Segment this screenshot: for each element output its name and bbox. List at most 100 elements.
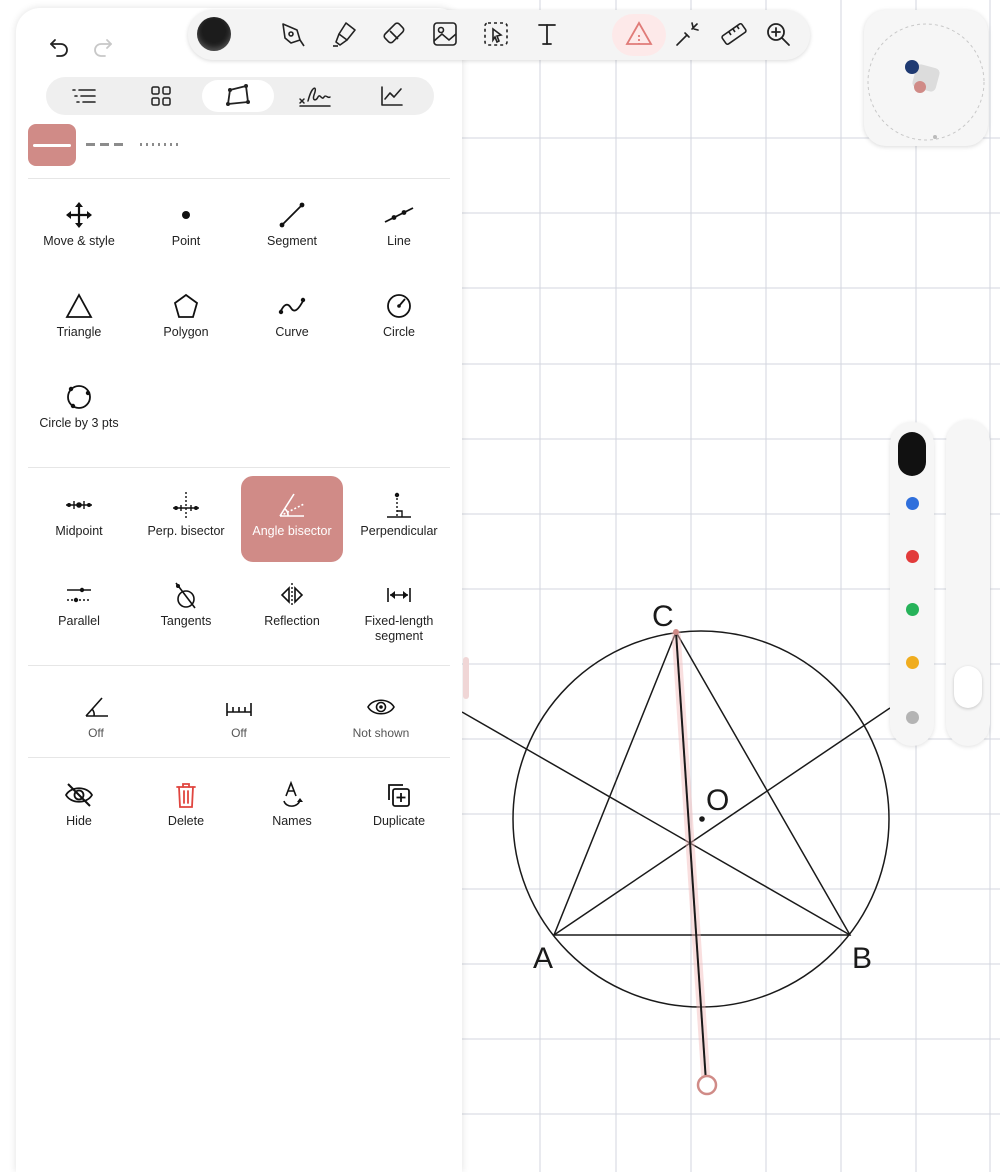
selected-color-black[interactable] <box>898 432 926 476</box>
stroke-size-slider[interactable] <box>946 420 990 746</box>
point-c-dot <box>673 629 679 635</box>
duplicate-button[interactable]: Duplicate <box>347 766 451 850</box>
tool-midpoint[interactable]: Midpoint <box>27 476 131 560</box>
tool-label: Line <box>387 234 411 248</box>
perpendicular-icon <box>387 492 411 518</box>
length-measure-icon <box>226 703 252 716</box>
tool-point[interactable]: Point <box>134 186 238 270</box>
color-yellow[interactable] <box>906 656 919 669</box>
geometry-figure[interactable] <box>461 629 891 1096</box>
tool-label: Reflection <box>264 614 320 628</box>
tab-grid[interactable] <box>125 80 197 112</box>
panel-tabs <box>46 77 434 115</box>
eraser-icon[interactable] <box>381 20 409 48</box>
panel-resize-handle[interactable] <box>463 657 469 699</box>
line-style-solid-button[interactable] <box>28 124 76 166</box>
highlighter-icon[interactable] <box>330 20 358 48</box>
color-blue[interactable] <box>906 497 919 510</box>
text-icon[interactable] <box>533 20 561 48</box>
tool-label: Circle <box>383 325 415 339</box>
undo-icon[interactable] <box>46 32 72 58</box>
label-b: B <box>852 942 872 975</box>
tool-reflection[interactable]: Reflection <box>240 566 344 650</box>
action-label: Duplicate <box>372 814 426 828</box>
line-style-dashed-button[interactable] <box>86 143 128 146</box>
tool-move-style[interactable]: Move & style <box>27 186 131 270</box>
tool-parallel[interactable]: Parallel <box>27 566 131 650</box>
tool-perp-bisector[interactable]: Perp. bisector <box>134 476 238 560</box>
zoom-icon[interactable] <box>764 20 792 48</box>
label-a: A <box>533 942 553 975</box>
bisector-end-handle <box>696 1074 718 1096</box>
color-wheel <box>867 23 985 141</box>
tool-circle-3pts[interactable]: Circle by 3 pts <box>27 368 131 452</box>
slider-knob[interactable] <box>954 666 982 708</box>
circle-icon <box>387 294 411 318</box>
list-icon <box>72 89 96 103</box>
angle-measure-toggle[interactable]: Off <box>44 692 148 776</box>
current-color-button[interactable] <box>197 17 231 51</box>
solid-line-swatch <box>33 143 71 147</box>
segment-icon <box>279 202 305 228</box>
tab-graph[interactable] <box>356 80 428 112</box>
color-red[interactable] <box>906 550 919 563</box>
trash-icon <box>176 783 196 808</box>
perp-bisector-icon <box>173 492 199 518</box>
angle-measure-status: Off <box>88 726 104 740</box>
delete-button[interactable]: Delete <box>134 766 238 850</box>
line-style-dotted-button[interactable] <box>140 143 178 146</box>
tool-angle-bisector[interactable]: Angle bisector <box>241 476 343 562</box>
tool-segment[interactable]: Segment <box>240 186 344 270</box>
tool-label: Tangents <box>160 614 212 628</box>
circle-3pts-icon <box>67 385 91 409</box>
bisector-from-a <box>553 707 891 936</box>
tool-label: Point <box>171 234 201 248</box>
eye-off-icon <box>64 783 94 807</box>
duplicate-icon <box>388 784 410 807</box>
geometry-icon[interactable] <box>625 20 653 48</box>
names-visibility-status: Not shown <box>352 726 410 740</box>
divider <box>28 178 450 179</box>
tool-curve[interactable]: Curve <box>240 277 344 361</box>
divider <box>28 467 450 468</box>
hide-button[interactable]: Hide <box>27 766 131 850</box>
eye-icon <box>367 699 395 715</box>
color-green[interactable] <box>906 603 919 616</box>
redo-icon[interactable] <box>90 32 116 58</box>
tool-label: Move & style <box>43 234 115 248</box>
length-measure-toggle[interactable]: Off <box>187 692 291 776</box>
names-visibility-toggle[interactable]: Not shown <box>329 692 433 776</box>
names-icon <box>283 780 303 807</box>
lasso-icon[interactable] <box>482 20 510 48</box>
tool-tangents[interactable]: Tangents <box>134 566 238 650</box>
laser-icon[interactable] <box>673 20 701 48</box>
color-gray[interactable] <box>906 711 919 724</box>
color-picker-widget[interactable] <box>864 10 988 146</box>
tool-perpendicular[interactable]: Perpendicular <box>347 476 451 560</box>
image-icon[interactable] <box>431 20 459 48</box>
label-o: O <box>706 784 729 817</box>
tool-circle[interactable]: Circle <box>347 277 451 361</box>
color-palette <box>890 422 934 746</box>
tab-signature[interactable] <box>279 80 351 112</box>
pen-icon[interactable] <box>278 20 306 48</box>
angle-bisector-icon <box>279 493 305 517</box>
tool-triangle[interactable]: Triangle <box>27 277 131 361</box>
divider <box>28 665 450 666</box>
tool-polygon[interactable]: Polygon <box>134 277 238 361</box>
action-label: Names <box>272 814 312 828</box>
tool-label: Perp. bisector <box>147 524 225 538</box>
tool-line[interactable]: Line <box>347 186 451 270</box>
signature-icon <box>299 87 331 107</box>
action-label: Delete <box>167 814 205 828</box>
tool-label: Polygon <box>163 325 209 339</box>
tool-fixed-length-segment[interactable]: Fixed-length segment <box>347 566 451 656</box>
names-button[interactable]: Names <box>240 766 344 850</box>
tool-label: Midpoint <box>55 524 103 538</box>
tab-geometry[interactable] <box>202 80 274 112</box>
fixed-length-icon <box>387 588 411 602</box>
tab-list[interactable] <box>48 80 120 112</box>
tool-label: Curve <box>275 325 309 339</box>
ruler-icon[interactable] <box>720 20 748 48</box>
bisector-from-b <box>461 711 851 936</box>
